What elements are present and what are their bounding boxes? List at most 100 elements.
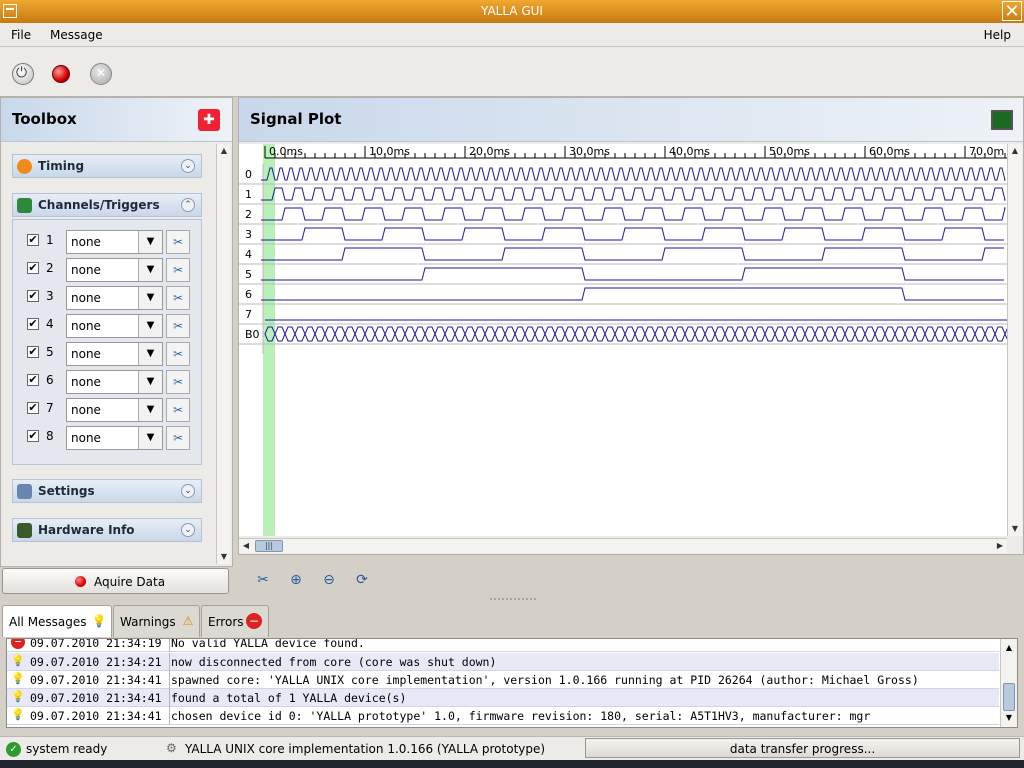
message-time: 09.07.2010 21:34:41 [30, 691, 162, 705]
record-icon[interactable] [52, 65, 70, 83]
splitter-handle[interactable] [490, 598, 536, 601]
plot-horizontal-scrollbar[interactable]: ◀ ||| ▶ [239, 538, 1007, 553]
message-scrollbar[interactable]: ▲ ▼ [1000, 639, 1017, 727]
warning-icon: ⚠ [182, 614, 194, 628]
menu-file[interactable]: File [11, 28, 31, 42]
channel-checkbox[interactable]: ✔ [27, 430, 39, 442]
trigger-select[interactable]: none ▼ [66, 426, 163, 450]
trigger-select[interactable]: none ▼ [66, 230, 163, 254]
chevron-down-icon[interactable]: ▼ [138, 259, 162, 281]
menu-bar: File Message Help [0, 23, 1024, 47]
tools-icon[interactable]: ✂ [254, 571, 272, 589]
chevron-down-icon[interactable]: ⌄ [181, 159, 195, 173]
time-label: 70.0m [969, 145, 1004, 158]
chevron-down-icon[interactable]: ▼ [138, 427, 162, 449]
scroll-thumb[interactable]: ||| [255, 540, 283, 552]
scroll-thumb[interactable] [1003, 683, 1015, 711]
scroll-down-icon[interactable]: ▼ [1008, 522, 1022, 536]
plot-vertical-scrollbar[interactable]: ▲ ▼ [1007, 144, 1022, 536]
channel-checkbox[interactable]: ✔ [27, 290, 39, 302]
chevron-down-icon[interactable]: ▼ [138, 315, 162, 337]
time-label: 20.0ms [469, 145, 510, 158]
scroll-down-icon[interactable]: ▼ [1002, 711, 1016, 725]
refresh-icon[interactable]: ⟳ [353, 571, 371, 589]
channel-checkbox[interactable]: ✔ [27, 374, 39, 386]
tools-icon[interactable]: ✂ [166, 286, 190, 310]
tools-icon[interactable]: ✂ [166, 342, 190, 366]
tools-icon[interactable]: ✂ [166, 258, 190, 282]
message-time: 09.07.2010 21:34:19 [30, 638, 162, 650]
close-icon[interactable]: ✕ [1002, 1, 1022, 22]
chevron-down-icon[interactable]: ▼ [138, 399, 162, 421]
row-label: 6 [245, 288, 252, 301]
scroll-up-icon[interactable]: ▲ [217, 144, 231, 158]
stop-icon[interactable] [90, 63, 112, 85]
tools-icon[interactable]: ✂ [166, 426, 190, 450]
channel-checkbox[interactable]: ✔ [27, 346, 39, 358]
trigger-value: none [71, 263, 101, 277]
scroll-left-icon[interactable]: ◀ [239, 539, 253, 553]
acquire-label: Aquire Data [94, 575, 166, 589]
trigger-value: none [71, 375, 101, 389]
section-timing[interactable]: Timing ⌄ [12, 154, 202, 178]
scroll-right-icon[interactable]: ▶ [993, 539, 1007, 553]
toolbox-scrollbar[interactable]: ▲ ▼ [216, 144, 230, 564]
message-text: chosen device id 0: 'YALLA prototype' 1.… [171, 709, 871, 723]
chevron-down-icon[interactable]: ▼ [138, 231, 162, 253]
scroll-down-icon[interactable]: ▼ [217, 550, 231, 564]
power-icon[interactable] [12, 63, 34, 85]
signal-trace [261, 227, 1004, 241]
message-row[interactable]: 💡 09.07.2010 21:34:41 found a total of 1… [7, 689, 999, 707]
menu-help[interactable]: Help [984, 28, 1011, 42]
chevron-down-icon[interactable]: ▼ [138, 371, 162, 393]
scroll-up-icon[interactable]: ▲ [1008, 144, 1022, 158]
chevron-down-icon[interactable]: ▼ [138, 287, 162, 309]
channel-checkbox[interactable]: ✔ [27, 318, 39, 330]
channel-row: ✔ 3 none ▼ ✂ [13, 285, 203, 311]
section-channels-label: Channels/Triggers [38, 198, 160, 212]
message-text: now disconnected from core (core was shu… [171, 655, 497, 669]
trigger-select[interactable]: none ▼ [66, 370, 163, 394]
zoom-in-icon[interactable]: ⊕ [287, 571, 305, 589]
plot-canvas[interactable]: 0.0ms 10.0ms 20.0ms 30.0ms 40.0ms 50.0ms 60.0m… [239, 144, 1007, 536]
channel-checkbox[interactable]: ✔ [27, 262, 39, 274]
tools-icon[interactable]: ✂ [166, 398, 190, 422]
chevron-down-icon[interactable]: ⌄ [181, 484, 195, 498]
column-divider [169, 639, 170, 652]
tab-warnings[interactable]: Warnings ⚠ [113, 605, 200, 637]
channel-row: ✔ 8 none ▼ ✂ [13, 425, 203, 451]
lightbulb-icon: 💡 [11, 672, 25, 685]
channel-checkbox[interactable]: ✔ [27, 234, 39, 246]
chevron-down-icon[interactable]: ▼ [138, 343, 162, 365]
trigger-select[interactable]: none ▼ [66, 258, 163, 282]
chevron-down-icon[interactable]: ⌄ [181, 523, 195, 537]
scroll-up-icon[interactable]: ▲ [1002, 641, 1016, 655]
toolbox-panel: Toolbox ✚ Timing ⌄ Channels/Triggers ⌃ ✔… [0, 97, 233, 567]
section-hardware[interactable]: Hardware Info ⌄ [12, 518, 202, 542]
chip-icon [17, 523, 32, 538]
section-channels[interactable]: Channels/Triggers ⌃ [12, 193, 202, 217]
message-row[interactable]: − 09.07.2010 21:34:19 No valid YALLA dev… [7, 638, 999, 652]
trigger-select[interactable]: none ▼ [66, 398, 163, 422]
message-list: − 09.07.2010 21:34:19 No valid YALLA dev… [6, 638, 1018, 728]
chevron-up-icon[interactable]: ⌃ [181, 198, 195, 212]
trigger-select[interactable]: none ▼ [66, 286, 163, 310]
menu-message[interactable]: Message [50, 28, 103, 42]
tab-errors[interactable]: Errors − [201, 605, 269, 637]
trigger-select[interactable]: none ▼ [66, 342, 163, 366]
message-row[interactable]: 💡 09.07.2010 21:34:41 spawned core: 'YAL… [7, 671, 999, 689]
section-settings[interactable]: Settings ⌄ [12, 479, 202, 503]
core-info: YALLA UNIX core implementation 1.0.166 (… [185, 742, 546, 756]
message-row[interactable]: 💡 09.07.2010 21:34:21 now disconnected f… [7, 653, 999, 671]
message-row[interactable]: 💡 09.07.2010 21:34:41 chosen device id 0… [7, 707, 999, 725]
channel-checkbox[interactable]: ✔ [27, 402, 39, 414]
tab-all-messages[interactable]: All Messages 💡 [2, 605, 112, 637]
tools-icon[interactable]: ✂ [166, 230, 190, 254]
trigger-select[interactable]: none ▼ [66, 314, 163, 338]
channel-number: 7 [46, 401, 54, 415]
tools-icon[interactable]: ✂ [166, 370, 190, 394]
acquire-data-button[interactable]: Aquire Data [2, 568, 229, 594]
zoom-out-icon[interactable]: ⊖ [320, 571, 338, 589]
tools-icon[interactable]: ✂ [166, 314, 190, 338]
channel-number: 4 [46, 317, 54, 331]
